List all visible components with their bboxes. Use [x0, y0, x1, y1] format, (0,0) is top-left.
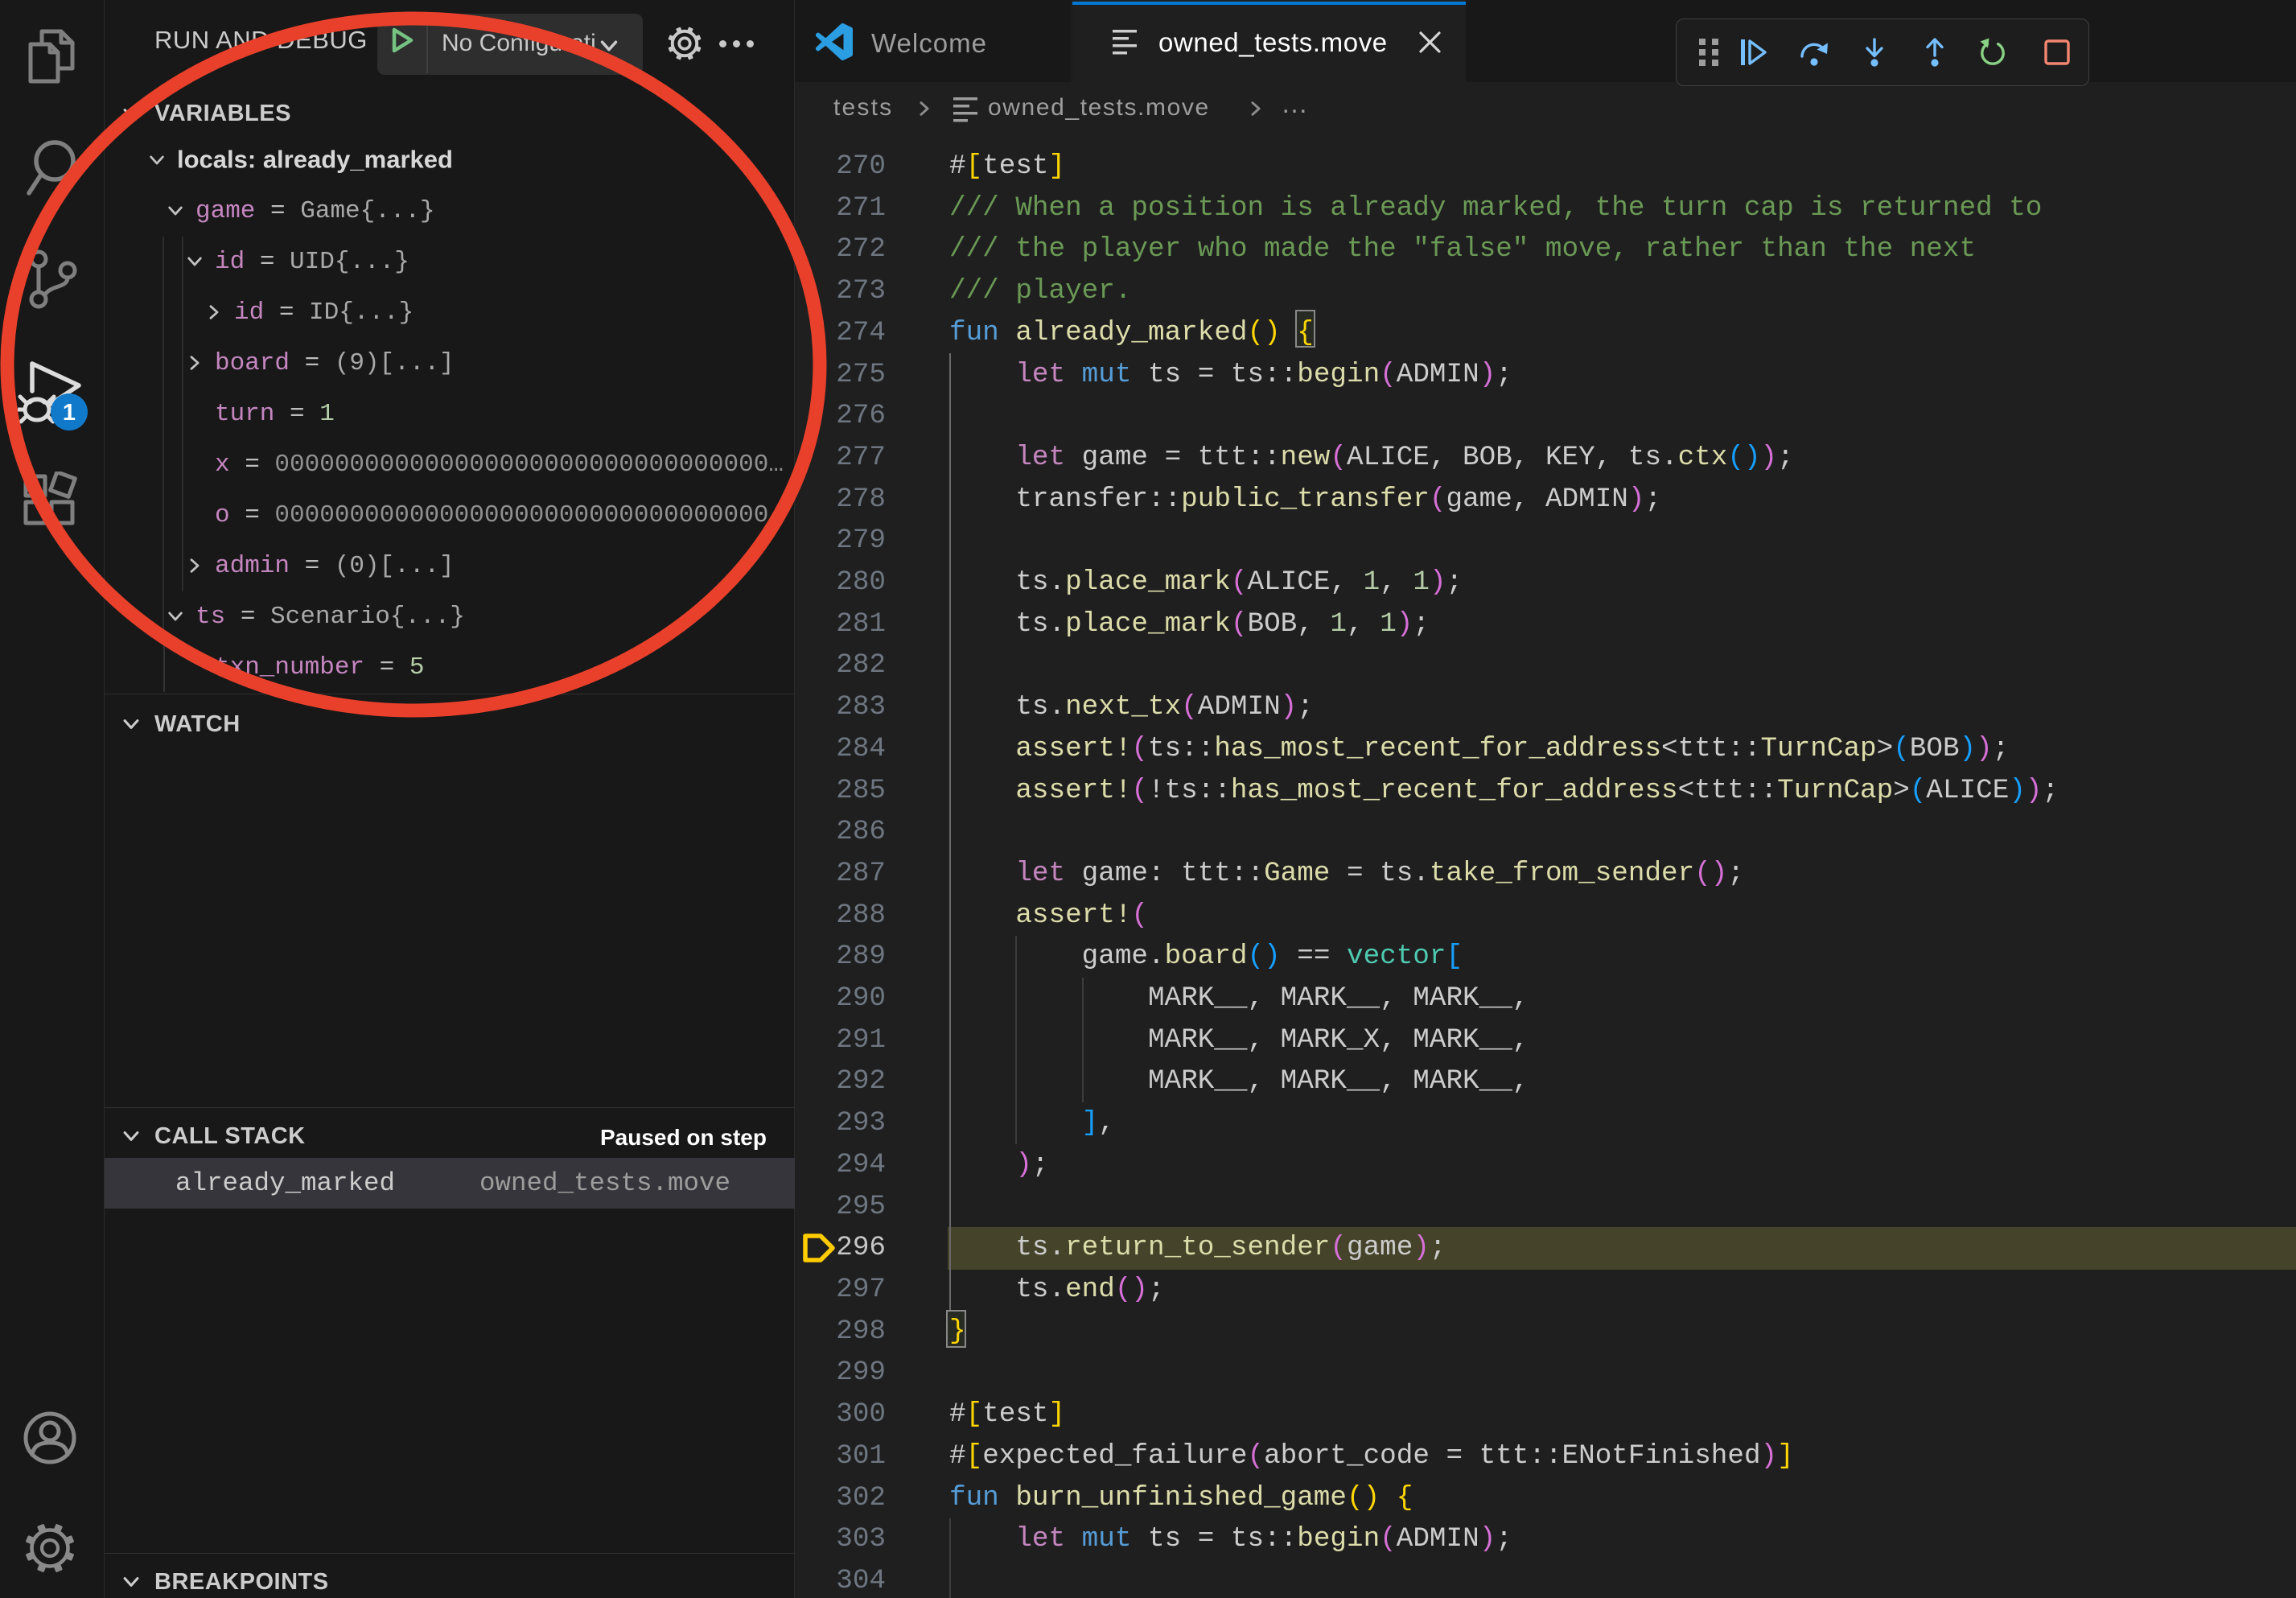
svg-text:1: 1	[63, 400, 76, 426]
